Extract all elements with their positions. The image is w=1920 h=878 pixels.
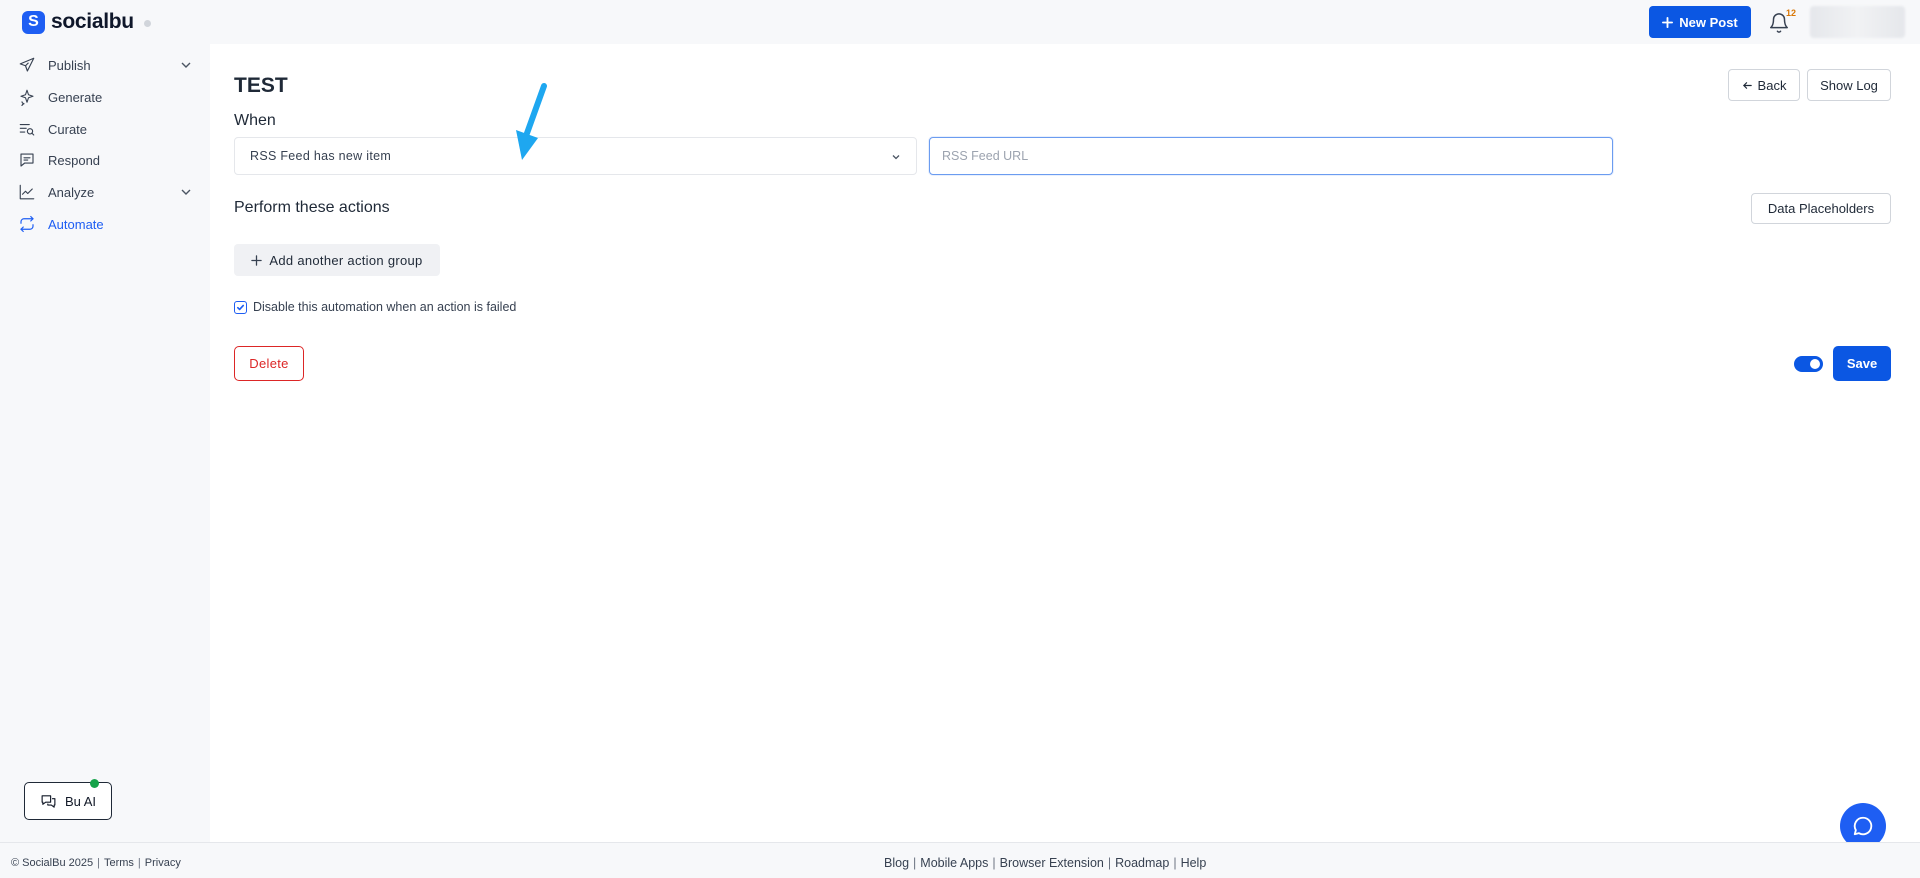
privacy-link[interactable]: Privacy — [145, 857, 181, 869]
sidebar-item-label: Generate — [48, 89, 103, 105]
sidebar-item-curate[interactable]: Curate — [18, 116, 193, 142]
trigger-select-value: RSS Feed has new item — [250, 149, 392, 163]
chevron-down-icon[interactable] — [179, 185, 193, 199]
browser-extension-link[interactable]: Browser Extension — [1000, 856, 1104, 870]
chat-icon — [1853, 816, 1873, 836]
plus-icon — [1662, 16, 1674, 28]
main-content: TEST When RSS Feed has new item Back Sho… — [210, 44, 1920, 842]
sidebar-item-respond[interactable]: Respond — [18, 147, 193, 173]
status-dot — [143, 19, 151, 27]
sidebar: Publish Generate Curate Respond Analyze … — [0, 44, 210, 842]
copyright: © SocialBu 2025 — [11, 857, 94, 869]
user-avatar-menu[interactable] — [1810, 6, 1905, 38]
send-icon — [19, 57, 35, 72]
chevron-down-icon[interactable] — [179, 58, 193, 72]
annotation-arrow-icon — [516, 83, 547, 160]
check-icon — [236, 304, 245, 310]
sidebar-item-publish[interactable]: Publish — [18, 52, 193, 78]
perform-actions-heading: Perform these actions — [234, 199, 390, 216]
sidebar-item-generate[interactable]: Generate — [18, 84, 193, 110]
rss-feed-url-input[interactable] — [929, 137, 1613, 175]
roadmap-link[interactable]: Roadmap — [1115, 856, 1169, 870]
new-post-button[interactable]: New Post — [1649, 6, 1751, 38]
top-bar: S socialbu New Post 12 — [0, 0, 1920, 44]
data-placeholders-button[interactable]: Data Placeholders — [1751, 193, 1891, 224]
trigger-select[interactable]: RSS Feed has new item — [234, 137, 917, 175]
sparkle-icon — [20, 89, 34, 106]
chart-line-icon — [19, 184, 35, 200]
back-button[interactable]: Back — [1728, 69, 1800, 101]
sidebar-item-analyze[interactable]: Analyze — [18, 179, 193, 205]
footer-left: © SocialBu 2025 | Terms | Privacy — [11, 857, 181, 869]
delete-button[interactable]: Delete — [234, 346, 304, 381]
save-button[interactable]: Save — [1833, 346, 1891, 381]
disable-on-failure-option[interactable]: Disable this automation when an action i… — [234, 300, 516, 314]
sidebar-item-label: Publish — [48, 57, 91, 73]
bu-ai-label: Bu AI — [64, 793, 97, 809]
sidebar-item-label: Respond — [48, 152, 101, 168]
bu-ai-button[interactable]: Bu AI — [24, 782, 112, 820]
page-title: TEST — [234, 74, 288, 97]
footer-links: Blog | Mobile Apps | Browser Extension | Roadm… — [884, 856, 1207, 870]
arrow-left-icon — [1742, 81, 1752, 89]
terms-link[interactable]: Terms — [104, 857, 134, 869]
message-icon — [20, 153, 34, 167]
back-label: Back — [1757, 77, 1787, 93]
disable-on-failure-checkbox[interactable] — [234, 300, 247, 314]
curate-icon — [19, 123, 35, 136]
automation-enabled-toggle[interactable] — [1794, 356, 1823, 372]
chat-bubbles-icon — [41, 794, 56, 808]
when-label: When — [234, 112, 276, 129]
mobile-apps-link[interactable]: Mobile Apps — [920, 856, 988, 870]
blog-link[interactable]: Blog — [884, 856, 909, 870]
online-indicator — [90, 779, 99, 788]
notification-count: 12 — [1786, 8, 1797, 18]
sidebar-item-automate[interactable]: Automate — [18, 211, 193, 237]
show-log-button[interactable]: Show Log — [1807, 69, 1891, 101]
add-action-group-label: Add another action group — [269, 252, 423, 268]
logo[interactable]: S socialbu — [22, 10, 151, 34]
plus-icon — [251, 254, 263, 266]
disable-on-failure-label: Disable this automation when an action i… — [253, 300, 517, 314]
add-action-group-button[interactable]: Add another action group — [234, 244, 440, 276]
help-link[interactable]: Help — [1181, 856, 1207, 870]
logo-mark: S — [22, 10, 45, 34]
sidebar-item-label: Analyze — [48, 184, 95, 200]
repeat-icon — [20, 215, 34, 233]
footer: © SocialBu 2025 | Terms | Privacy Blog | Mobil… — [0, 842, 1920, 878]
logo-text: socialbu — [51, 10, 134, 33]
sidebar-item-label: Automate — [48, 216, 104, 232]
new-post-label: New Post — [1679, 14, 1738, 30]
chevron-down-icon — [892, 155, 900, 160]
sidebar-item-label: Curate — [48, 121, 88, 137]
